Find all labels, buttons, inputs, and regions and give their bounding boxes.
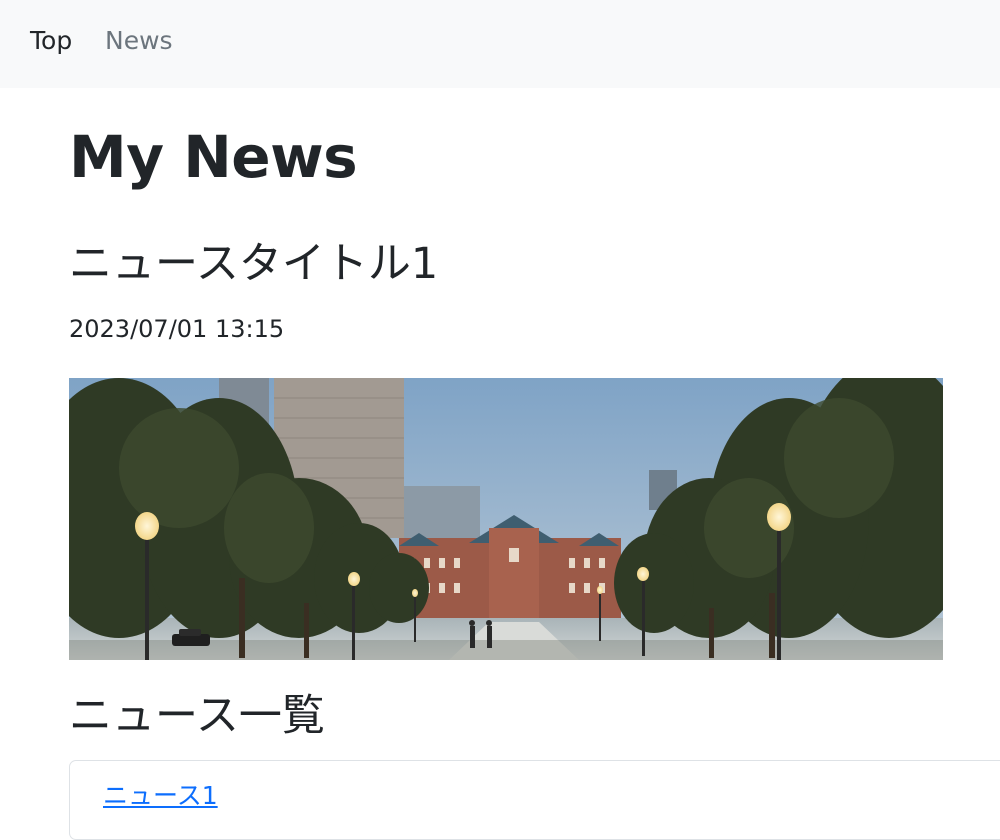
- news-title: ニュースタイトル1: [69, 239, 439, 289]
- news-list-heading: ニュース一覧: [69, 691, 325, 741]
- nav-news-link[interactable]: News: [105, 26, 173, 56]
- news-list-item-link[interactable]: ニュース1: [103, 781, 218, 811]
- page-title: My News: [69, 123, 358, 191]
- news-date: 2023/07/01 13:15: [69, 315, 285, 343]
- news-image: [69, 378, 943, 660]
- news-list: ニュース1: [69, 760, 1000, 840]
- nav-top-link[interactable]: Top: [30, 26, 72, 56]
- navbar: Top News: [0, 0, 1000, 88]
